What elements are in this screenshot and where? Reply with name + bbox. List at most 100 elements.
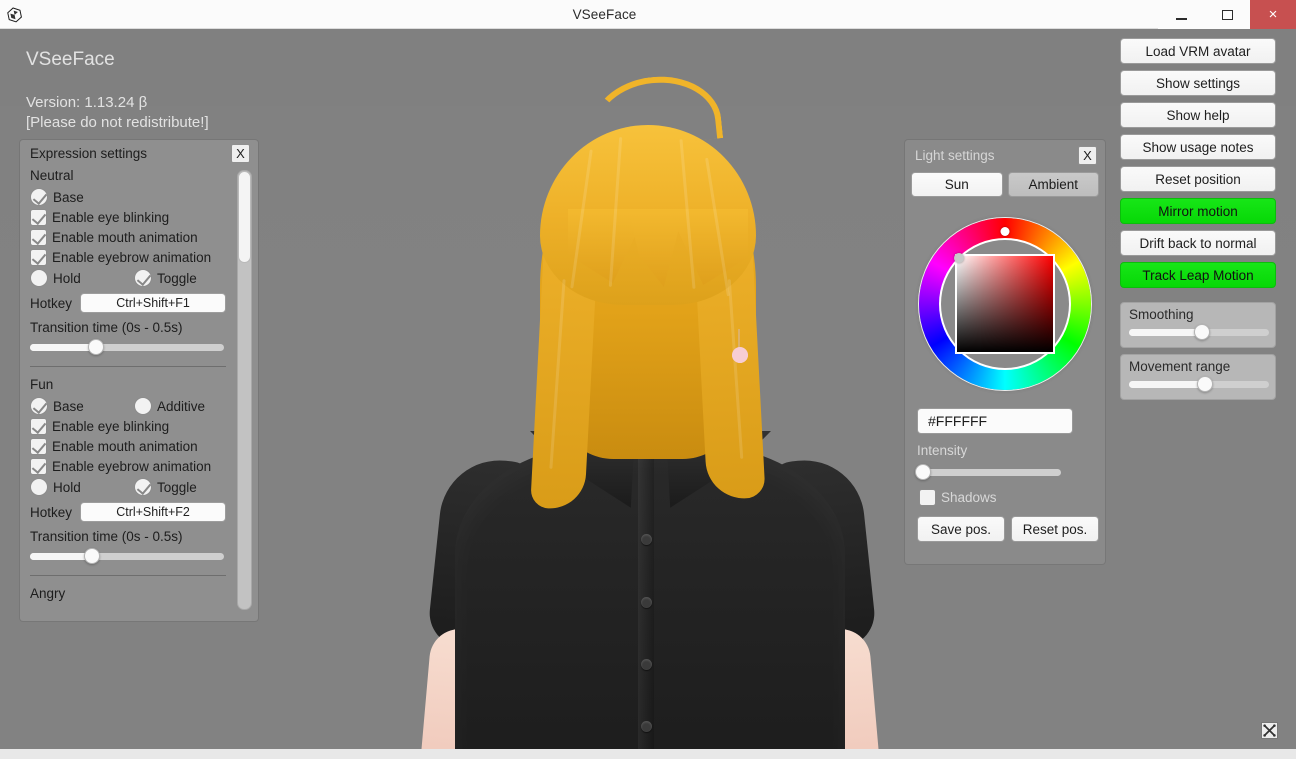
light-panel-close-button[interactable]: X xyxy=(1078,146,1097,165)
track-leap-motion-button[interactable]: Track Leap Motion xyxy=(1120,262,1276,288)
right-control-panel: Load VRM avatar Show settings Show help … xyxy=(1120,38,1276,406)
tab-ambient[interactable]: Ambient xyxy=(1008,172,1100,197)
maximize-button[interactable] xyxy=(1204,0,1250,29)
fun-eye-blinking-checkbox[interactable] xyxy=(30,418,47,435)
neutral-hotkey-field[interactable]: Ctrl+Shift+F1 xyxy=(80,293,226,313)
fun-hold-toggle-row: Hold Toggle xyxy=(30,478,226,496)
light-source-tabs: Sun Ambient xyxy=(911,172,1099,197)
smoothing-slider[interactable] xyxy=(1129,325,1269,339)
slider-knob[interactable] xyxy=(915,464,931,480)
neutral-eyebrow-animation-label: Enable eyebrow animation xyxy=(52,250,211,265)
neutral-transition-time-slider[interactable] xyxy=(30,340,224,354)
fun-eye-blinking-row[interactable]: Enable eye blinking xyxy=(30,418,226,435)
neutral-hotkey-row: Hotkey Ctrl+Shift+F1 xyxy=(30,293,226,313)
avatar-shirt-button xyxy=(641,659,652,670)
overlay-version: Version: 1.13.24 β xyxy=(26,93,209,113)
saturation-value-handle[interactable] xyxy=(954,253,964,263)
shadows-checkbox[interactable] xyxy=(919,489,936,506)
viewport-floor-strip xyxy=(0,749,1296,759)
mirror-motion-button[interactable]: Mirror motion xyxy=(1120,198,1276,224)
fun-additive-radio[interactable] xyxy=(134,397,152,415)
show-help-button[interactable]: Show help xyxy=(1120,102,1276,128)
neutral-eye-blinking-row[interactable]: Enable eye blinking xyxy=(30,209,226,226)
neutral-mouth-animation-label: Enable mouth animation xyxy=(52,230,198,245)
neutral-eyebrow-animation-checkbox[interactable] xyxy=(30,249,47,266)
group-divider xyxy=(30,366,226,367)
show-settings-button[interactable]: Show settings xyxy=(1120,70,1276,96)
expression-group-fun: Fun Base Additive Enable eye blinking En… xyxy=(30,377,226,576)
window-titlebar: VSeeFace × xyxy=(0,0,1296,29)
fun-hold-radio[interactable] xyxy=(30,478,48,496)
avatar-shirt-button xyxy=(641,534,652,545)
fun-eye-blinking-label: Enable eye blinking xyxy=(52,419,169,434)
hue-handle[interactable] xyxy=(1001,227,1010,236)
slider-fill xyxy=(1129,329,1202,336)
fun-transition-time-slider[interactable] xyxy=(30,549,224,563)
slider-track xyxy=(919,469,1061,476)
neutral-eye-blinking-checkbox[interactable] xyxy=(30,209,47,226)
movement-range-label: Movement range xyxy=(1129,359,1267,374)
avatar-model xyxy=(400,29,900,759)
saturation-value-square[interactable] xyxy=(955,254,1055,354)
neutral-base-radio[interactable] xyxy=(30,188,48,206)
fun-mouth-animation-label: Enable mouth animation xyxy=(52,439,198,454)
neutral-hold-radio[interactable] xyxy=(30,269,48,287)
light-settings-panel: Light settings X Sun Ambient #FFFFFF Int… xyxy=(905,140,1105,564)
fun-eyebrow-animation-checkbox[interactable] xyxy=(30,458,47,475)
fun-mouth-animation-checkbox[interactable] xyxy=(30,438,47,455)
save-pos-button[interactable]: Save pos. xyxy=(917,516,1005,542)
slider-knob[interactable] xyxy=(84,548,100,564)
expression-panel-close-button[interactable]: X xyxy=(231,144,250,163)
fun-eyebrow-animation-row[interactable]: Enable eyebrow animation xyxy=(30,458,226,475)
slider-knob[interactable] xyxy=(88,339,104,355)
slider-fill xyxy=(30,344,96,351)
intensity-slider[interactable] xyxy=(919,465,1061,479)
window-title: VSeeFace xyxy=(29,7,1296,22)
group-divider xyxy=(30,575,226,576)
minimize-button[interactable] xyxy=(1158,0,1204,29)
slider-knob[interactable] xyxy=(1197,376,1213,392)
overlay-info: VSeeFace Version: 1.13.24 β [Please do n… xyxy=(26,49,209,134)
shadows-row[interactable]: Shadows xyxy=(919,489,997,506)
smoothing-slider-group: Smoothing xyxy=(1120,302,1276,348)
expression-groups-list: Neutral Base Enable eye blinking Enable … xyxy=(30,168,226,610)
neutral-mouth-animation-row[interactable]: Enable mouth animation xyxy=(30,229,226,246)
expression-panel-scrollbar[interactable] xyxy=(237,170,252,610)
movement-range-slider[interactable] xyxy=(1129,377,1269,391)
neutral-toggle-radio[interactable] xyxy=(134,269,152,287)
neutral-base-row[interactable]: Base xyxy=(30,188,226,206)
avatar-shirt-button xyxy=(641,721,652,732)
expression-group-neutral: Neutral Base Enable eye blinking Enable … xyxy=(30,168,226,367)
fun-transition-time-label: Transition time (0s - 0.5s) xyxy=(30,529,226,544)
neutral-mouth-animation-checkbox[interactable] xyxy=(30,229,47,246)
fun-base-radio[interactable] xyxy=(30,397,48,415)
reset-pos-button[interactable]: Reset pos. xyxy=(1011,516,1099,542)
load-vrm-avatar-button[interactable]: Load VRM avatar xyxy=(1120,38,1276,64)
fun-mouth-animation-row[interactable]: Enable mouth animation xyxy=(30,438,226,455)
slider-fill xyxy=(30,553,92,560)
resize-handle-icon[interactable] xyxy=(1261,722,1278,739)
fun-toggle-radio[interactable] xyxy=(134,478,152,496)
movement-range-slider-group: Movement range xyxy=(1120,354,1276,400)
reset-position-button[interactable]: Reset position xyxy=(1120,166,1276,192)
neutral-transition-time-label: Transition time (0s - 0.5s) xyxy=(30,320,226,335)
tab-sun[interactable]: Sun xyxy=(911,172,1003,197)
fun-hotkey-field[interactable]: Ctrl+Shift+F2 xyxy=(80,502,226,522)
fun-hotkey-label: Hotkey xyxy=(30,505,72,520)
window-controls: × xyxy=(1158,0,1296,29)
scrollbar-thumb[interactable] xyxy=(238,171,251,263)
slider-knob[interactable] xyxy=(1194,324,1210,340)
drift-back-to-normal-button[interactable]: Drift back to normal xyxy=(1120,230,1276,256)
intensity-label: Intensity xyxy=(917,443,967,458)
fun-hold-label: Hold xyxy=(53,480,129,495)
neutral-eyebrow-animation-row[interactable]: Enable eyebrow animation xyxy=(30,249,226,266)
expression-group-name: Angry xyxy=(30,586,226,601)
expression-group-name: Neutral xyxy=(30,168,226,183)
light-panel-title: Light settings xyxy=(915,148,995,163)
color-wheel-picker[interactable] xyxy=(919,218,1091,390)
expression-group-name: Fun xyxy=(30,377,226,392)
minimize-icon xyxy=(1176,18,1187,20)
close-button[interactable]: × xyxy=(1250,0,1296,29)
color-hex-input[interactable]: #FFFFFF xyxy=(917,408,1073,434)
show-usage-notes-button[interactable]: Show usage notes xyxy=(1120,134,1276,160)
